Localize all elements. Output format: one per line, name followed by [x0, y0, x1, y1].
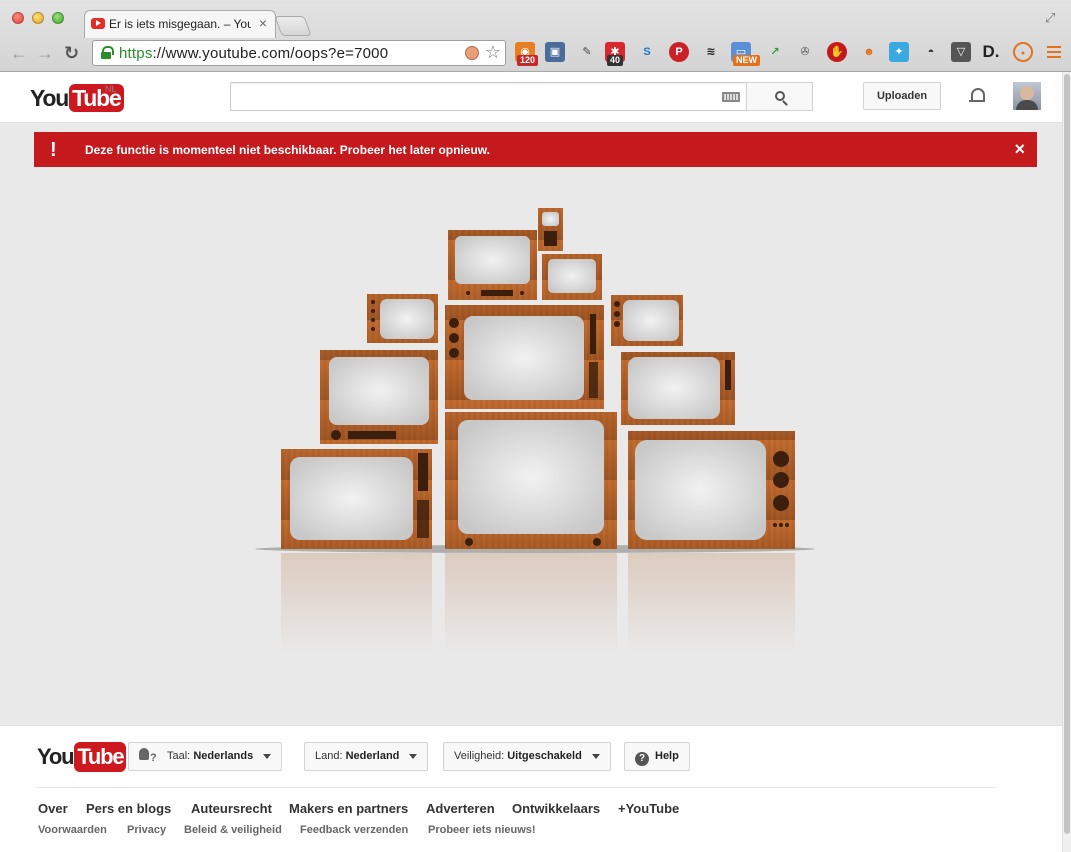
- scrollbar-thumb[interactable]: [1064, 74, 1070, 834]
- footer-link-policy[interactable]: Beleid & veiligheid: [184, 824, 282, 836]
- chevron-down-icon: [591, 753, 600, 759]
- tv-bottom-center: [445, 412, 617, 549]
- site-footer: YouTube Taal: Nederlands Land: Nederland…: [0, 725, 1062, 852]
- tv-bottom-right: [628, 431, 795, 549]
- footer-link-advertise[interactable]: Adverteren: [426, 801, 495, 816]
- tv-small-left: [367, 294, 438, 343]
- footer-link-terms[interactable]: Voorwaarden: [38, 824, 107, 836]
- tv-small-right: [611, 295, 683, 346]
- footer-link-developers[interactable]: Ontwikkelaars: [512, 801, 600, 816]
- tv-mid-right: [621, 352, 735, 425]
- footer-youtube-logo[interactable]: You Tube: [37, 742, 127, 772]
- help-icon: ?: [635, 752, 649, 766]
- footer-divider: [36, 787, 996, 788]
- tv-top-left: [448, 230, 537, 300]
- tv-tiny-top: [538, 208, 563, 251]
- chevron-down-icon: [263, 753, 272, 759]
- safety-dropdown[interactable]: Veiligheid: Uitgeschakeld: [443, 742, 611, 771]
- footer-link-feedback[interactable]: Feedback verzenden: [300, 824, 408, 836]
- footer-link-copyright[interactable]: Auteursrecht: [191, 801, 272, 816]
- tv-mid-left: [320, 350, 438, 444]
- footer-link-press[interactable]: Pers en blogs: [86, 801, 171, 816]
- chevron-down-icon: [409, 753, 418, 759]
- language-people-icon: [139, 745, 161, 772]
- footer-link-privacy[interactable]: Privacy: [127, 824, 166, 836]
- footer-link-plus-youtube[interactable]: +YouTube: [618, 801, 679, 816]
- tv-bottom-left: [281, 449, 432, 549]
- tv-top-right: [542, 254, 602, 300]
- language-dropdown[interactable]: Taal: Nederlands: [128, 742, 283, 772]
- help-button[interactable]: ? Help: [624, 742, 690, 771]
- tv-center-medium: [445, 305, 604, 409]
- tv-reflection: [281, 553, 795, 653]
- footer-link-try-new[interactable]: Probeer iets nieuws!: [428, 824, 536, 836]
- page-scrollbar[interactable]: [1062, 72, 1071, 852]
- footer-link-over[interactable]: Over: [38, 801, 68, 816]
- footer-link-creators[interactable]: Makers en partners: [289, 801, 408, 816]
- country-dropdown[interactable]: Land: Nederland: [304, 742, 429, 771]
